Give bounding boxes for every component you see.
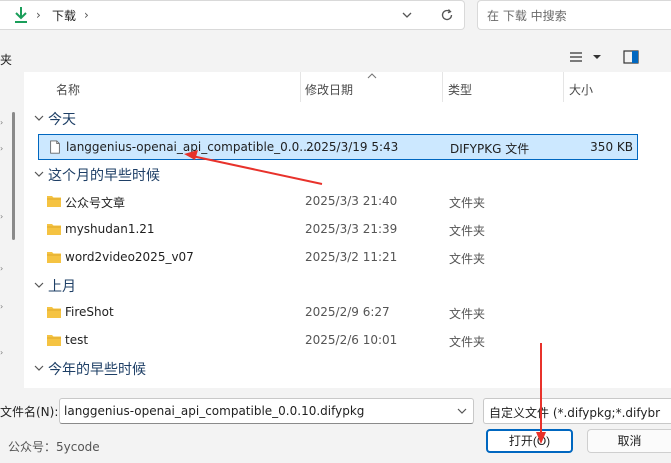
file-date: 2025/2/6 10:01 [305, 333, 398, 347]
file-name: 公众号文章 [65, 196, 126, 210]
file-date: 2025/3/2 11:21 [305, 250, 398, 264]
chevron-right-icon[interactable]: › [0, 264, 8, 273]
file-type: 文件夹 [449, 252, 486, 266]
chevron-down-icon[interactable] [34, 363, 44, 373]
column-size[interactable]: 大小 [569, 81, 593, 98]
file-type-filter[interactable]: 自定义文件 (*.difypkg;*.difybr [483, 398, 671, 424]
folder-icon [47, 224, 61, 235]
file-type: 文件夹 [449, 196, 486, 210]
folder-row[interactable]: myshudan1.21 2025/3/3 21:39 文件夹 [38, 217, 638, 243]
folder-row[interactable]: 公众号文章 2025/3/3 21:40 文件夹 [38, 189, 638, 215]
search-box[interactable] [477, 0, 671, 30]
file-size: 350 KB [590, 140, 633, 154]
file-name: test [65, 333, 89, 347]
filter-value[interactable]: 自定义文件 (*.difypkg;*.difybr [489, 404, 660, 421]
column-divider[interactable] [563, 72, 564, 102]
chevron-down-icon[interactable] [34, 113, 44, 123]
chevron-right-icon: › [36, 8, 41, 22]
column-date[interactable]: 修改日期 [305, 81, 353, 98]
group-label: 今天 [48, 112, 76, 128]
group-header-earlier-this-month[interactable]: 这个月的早些时候 [24, 164, 671, 186]
folder-row[interactable]: word2video2025_v07 2025/3/2 11:21 文件夹 [38, 245, 638, 271]
file-icon [50, 140, 60, 154]
file-type: 文件夹 [449, 307, 486, 321]
nav-scrollbar[interactable] [12, 112, 15, 240]
file-date: 2025/3/3 21:39 [305, 222, 398, 236]
navigation-pane[interactable]: › › › › › › [0, 72, 22, 388]
open-button[interactable]: 打开(O) [486, 429, 573, 453]
folder-row[interactable]: test 2025/2/6 10:01 文件夹 [38, 328, 638, 354]
folder-icon [47, 307, 61, 318]
group-header-today[interactable]: 今天 [24, 108, 671, 130]
filename-label: 文件名(N): [0, 405, 59, 419]
view-options-icon[interactable] [568, 49, 602, 67]
file-type: 文件夹 [449, 335, 486, 349]
group-label: 上月 [48, 279, 76, 295]
chevron-down-icon[interactable] [398, 6, 416, 24]
cancel-button[interactable]: 取消 [587, 429, 671, 453]
file-date: 2025/3/3 21:40 [305, 194, 398, 208]
chevron-right-icon[interactable]: › [0, 118, 8, 127]
group-header-last-month[interactable]: 上月 [24, 275, 671, 297]
column-name[interactable]: 名称 [56, 81, 80, 98]
column-divider[interactable] [300, 72, 301, 102]
watermark-text: 公众号：5ycode [8, 440, 100, 454]
file-name: FireShot [65, 305, 114, 319]
group-label: 这个月的早些时候 [48, 168, 160, 184]
chevron-right-icon[interactable]: › [0, 144, 8, 153]
folder-row[interactable]: FireShot 2025/2/9 6:27 文件夹 [38, 300, 638, 326]
search-input[interactable] [487, 7, 667, 25]
breadcrumb-downloads[interactable]: 下载 [52, 7, 76, 24]
column-type[interactable]: 类型 [448, 81, 472, 98]
file-list[interactable]: 名称 修改日期 类型 大小 今天 langgenius-openai_api_c… [24, 72, 671, 388]
chevron-right-icon[interactable]: › [84, 8, 89, 22]
chevron-right-icon[interactable]: › [0, 348, 8, 357]
folder-icon [47, 252, 61, 263]
chevron-right-icon[interactable]: › [0, 212, 8, 221]
folder-icon [47, 335, 61, 346]
file-date: 2025/3/19 5:43 [306, 140, 399, 154]
chevron-down-icon[interactable] [34, 169, 44, 179]
preview-pane-icon[interactable] [622, 48, 640, 66]
file-name: langgenius-openai_api_compatible_0.0.... [66, 140, 315, 154]
chevron-down-icon[interactable] [457, 407, 467, 415]
folder-icon [47, 196, 61, 207]
column-divider[interactable] [442, 72, 443, 102]
filename-value[interactable]: langgenius-openai_api_compatible_0.0.10.… [64, 404, 364, 418]
file-type: DIFYPKG 文件 [450, 142, 530, 156]
file-name: myshudan1.21 [65, 222, 155, 236]
group-label: 今年的早些时候 [48, 362, 146, 378]
chevron-down-icon[interactable] [34, 280, 44, 290]
address-bar[interactable]: › 下载 › [0, 0, 465, 30]
chevron-right-icon[interactable]: › [0, 302, 8, 311]
toolbar-fragment[interactable]: 夹 [0, 51, 12, 68]
file-date: 2025/2/9 6:27 [305, 305, 390, 319]
file-type: 文件夹 [449, 224, 486, 238]
filename-field[interactable]: langgenius-openai_api_compatible_0.0.10.… [59, 398, 474, 424]
download-arrow-icon [15, 7, 27, 23]
file-row[interactable]: langgenius-openai_api_compatible_0.0....… [38, 134, 638, 160]
file-name: word2video2025_v07 [65, 250, 194, 264]
group-header-earlier-this-year[interactable]: 今年的早些时候 [24, 358, 671, 380]
refresh-icon[interactable] [438, 6, 456, 24]
sort-caret-icon [367, 73, 377, 79]
column-header-row: 名称 修改日期 类型 大小 [24, 72, 671, 102]
